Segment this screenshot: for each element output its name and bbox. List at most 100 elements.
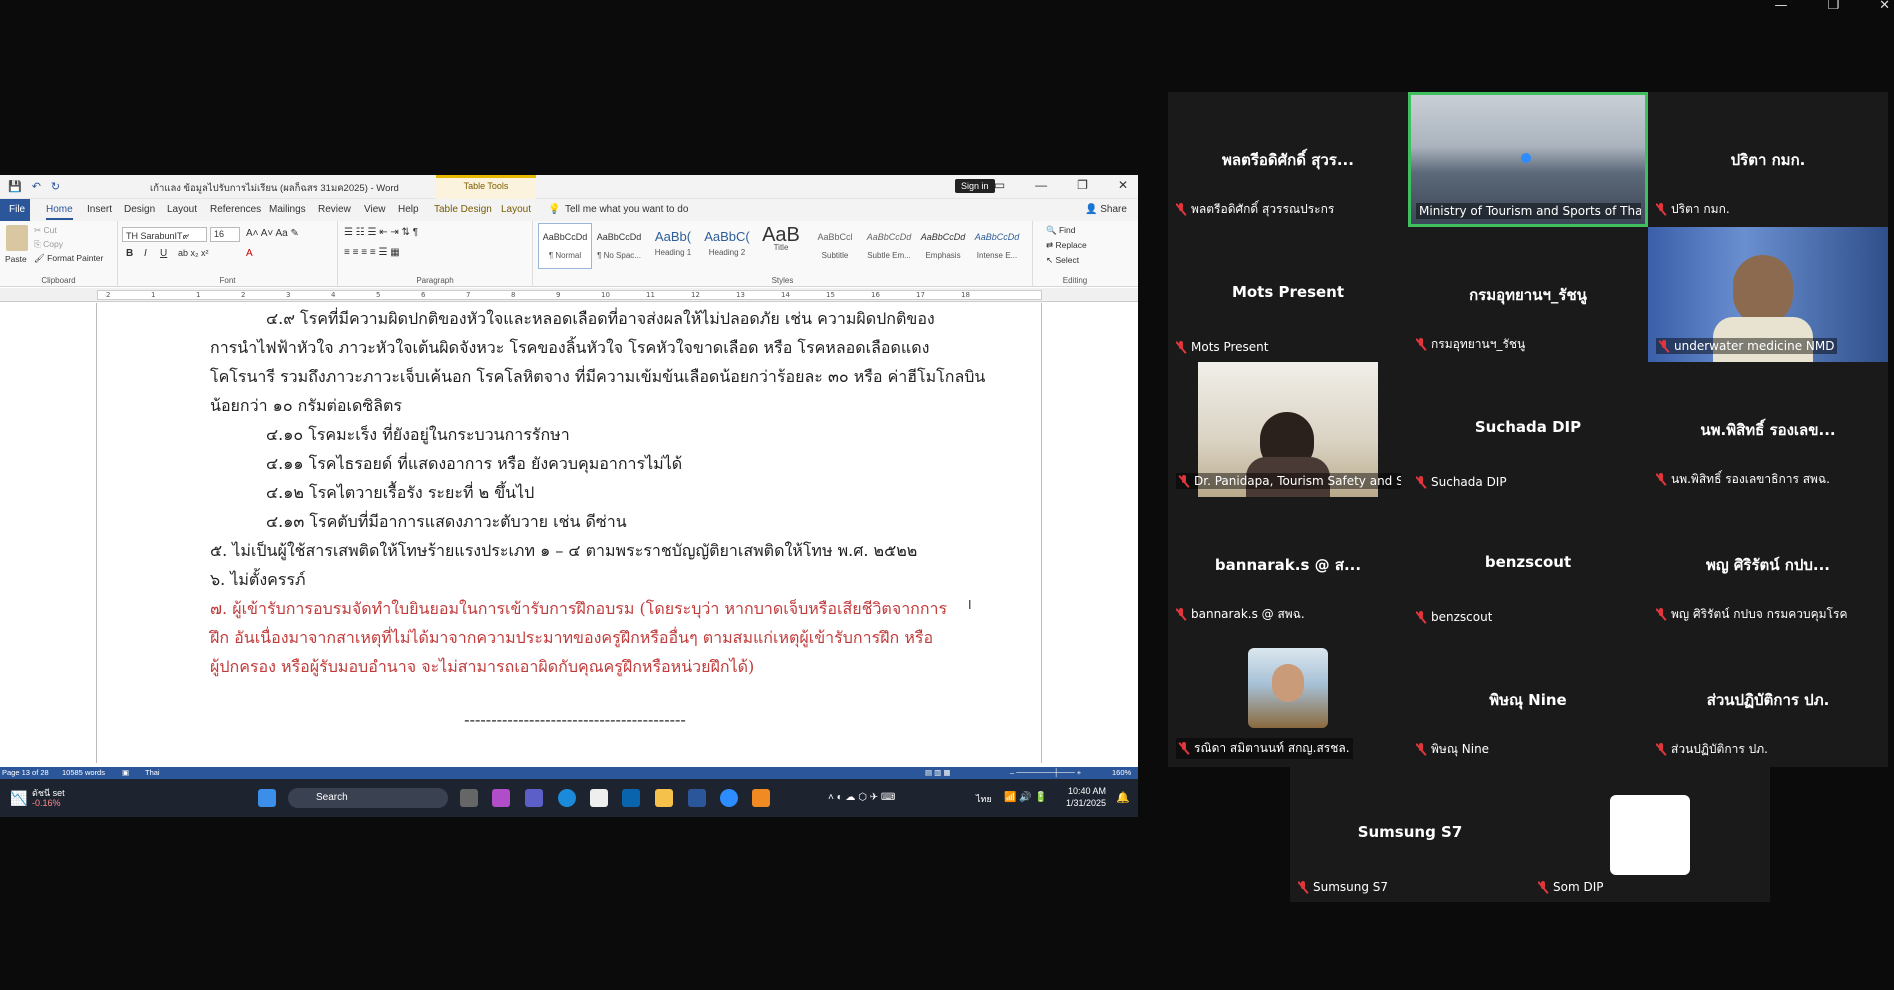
participant-tile[interactable]: Sumsung S7 Sumsung S7 bbox=[1290, 767, 1530, 902]
tell-me-input[interactable]: Tell me what you want to do bbox=[565, 204, 688, 215]
tray-icons[interactable]: ˄ ◐ ☁ ⬡ ✈ ⌨ bbox=[828, 792, 895, 803]
underline-button[interactable]: U bbox=[160, 248, 167, 259]
style-emphasis[interactable]: AaBbCcDd Emphasis bbox=[916, 223, 970, 269]
horizontal-ruler[interactable]: 2 1 1 2 3 4 5 6 7 8 9 10 11 12 13 14 15 16 17 18 bbox=[0, 288, 1138, 302]
participant-tile[interactable]: ส่วนปฏิบัติการ ปภ. ส่วนปฏิบัติการ ปภ. bbox=[1648, 632, 1888, 767]
participant-tile[interactable]: Dr. Panidapa, Tourism Safety and S... bbox=[1168, 362, 1408, 497]
word-close-button[interactable]: ✕ bbox=[1118, 178, 1128, 192]
paste-button[interactable]: Paste bbox=[5, 254, 27, 264]
font-size-controls[interactable]: A˄ A˅ Aa ✎ bbox=[246, 228, 299, 239]
zoom-level[interactable]: 160% bbox=[1112, 768, 1131, 777]
style-no-spacing[interactable]: AaBbCcDd ¶ No Spac... bbox=[592, 223, 646, 269]
style-intense-emphasis[interactable]: AaBbCcDd Intense E... bbox=[970, 223, 1024, 269]
align-buttons[interactable]: ≡ ≡ ≡ ≡ ☰ ▦ bbox=[344, 247, 400, 258]
bold-button[interactable]: B bbox=[126, 248, 133, 259]
network-volume-battery-icons[interactable]: 📶 🔊 🔋 bbox=[1004, 792, 1047, 803]
participant-tile[interactable]: พลตรีอดิศักดิ์ สุวร... พลตรีอดิศักดิ์ สุว… bbox=[1168, 92, 1408, 227]
participant-tile[interactable]: underwater medicine NMD bbox=[1648, 227, 1888, 362]
document-line[interactable]: ๖. ไม่ตั้งครรภ์ bbox=[210, 565, 940, 594]
clock-date[interactable]: 1/31/2025 bbox=[1066, 798, 1106, 808]
style-subtle-emphasis[interactable]: AaBbCcDd Subtle Em... bbox=[862, 223, 916, 269]
task-view-icon[interactable] bbox=[460, 789, 478, 807]
copy-button[interactable]: ⎘ Copy bbox=[34, 239, 63, 250]
document-line[interactable]: โคโรนารี รวมถึงภาวะภาวะเจ็บเค้นอก โรคโลห… bbox=[210, 362, 985, 391]
participant-tile[interactable]: bannarak.s @ ส... bannarak.s @ สพฉ. bbox=[1168, 497, 1408, 632]
replace-button[interactable]: ⇄ Replace bbox=[1046, 240, 1087, 251]
participant-tile[interactable]: Suchada DIP Suchada DIP bbox=[1408, 362, 1648, 497]
word-restore-button[interactable]: ❐ bbox=[1077, 178, 1088, 192]
taskbar-search[interactable]: Search bbox=[288, 788, 448, 808]
document-line[interactable]: น้อยกว่า ๑๐ กรัมต่อเดซิลิตร bbox=[210, 391, 940, 420]
italic-button[interactable]: I bbox=[144, 248, 147, 259]
copilot-icon[interactable] bbox=[492, 789, 510, 807]
participant-tile[interactable]: ปริตา กมก. ปริตา กมก. bbox=[1648, 92, 1888, 227]
windows-start-icon[interactable] bbox=[258, 789, 276, 807]
tab-file[interactable]: File bbox=[0, 199, 30, 221]
zoom-taskbar-icon[interactable] bbox=[720, 789, 738, 807]
tab-view[interactable]: View bbox=[364, 204, 386, 215]
clock-time[interactable]: 10:40 AM bbox=[1068, 786, 1106, 796]
participant-tile[interactable]: พิษณุ Nine พิษณุ Nine bbox=[1408, 632, 1648, 767]
word-minimize-button[interactable]: — bbox=[1035, 178, 1047, 192]
notification-icon[interactable]: 🔔 bbox=[1116, 791, 1130, 804]
document-line[interactable]: ผู้ปกครอง หรือผู้รับมอบอำนาจ จะไม่สามารถ… bbox=[210, 652, 940, 681]
close-button[interactable]: ✕ bbox=[1879, 0, 1890, 14]
store-icon[interactable] bbox=[590, 789, 608, 807]
font-color-button[interactable]: A bbox=[246, 248, 253, 259]
save-icon[interactable]: 💾 bbox=[8, 180, 22, 193]
document-line[interactable]: ๔.๑๑ โรคไธรอยด์ ที่แสดงอาการ หรือ ยังควบ… bbox=[210, 449, 940, 478]
list-buttons[interactable]: ☰ ☷ ☰ ⇤ ⇥ ⇅ ¶ bbox=[344, 227, 418, 238]
tab-table-design[interactable]: Table Design bbox=[434, 204, 492, 215]
style-heading-1[interactable]: AaBb(Heading 1 bbox=[646, 223, 700, 269]
participant-tile[interactable]: นพ.พิสิทธิ์ รองเลข... นพ.พิสิทธิ์ รองเลขา… bbox=[1648, 362, 1888, 497]
minimize-button[interactable]: — bbox=[1774, 0, 1787, 14]
file-explorer-icon[interactable] bbox=[655, 789, 673, 807]
participant-tile[interactable]: benzscout benzscout bbox=[1408, 497, 1648, 632]
format-painter-button[interactable]: 🖌 Format Painter bbox=[34, 253, 103, 264]
style-heading-2[interactable]: AaBbC(Heading 2 bbox=[700, 223, 754, 269]
undo-icon[interactable]: ↶ bbox=[32, 180, 41, 193]
font-size-box[interactable]: 16 bbox=[210, 227, 240, 242]
style-normal[interactable]: AaBbCcDd ¶ Normal bbox=[538, 223, 592, 269]
edge-icon[interactable] bbox=[558, 789, 576, 807]
teams-icon[interactable] bbox=[525, 789, 543, 807]
document-line[interactable]: ๔.๙ โรคที่มีความผิดปกติของหัวใจและหลอดเล… bbox=[210, 304, 940, 333]
tab-layout[interactable]: Layout bbox=[167, 204, 197, 215]
participant-tile[interactable]: Som DIP bbox=[1530, 767, 1770, 902]
paste-icon[interactable] bbox=[6, 225, 28, 251]
page-count[interactable]: Page 13 of 28 bbox=[2, 768, 49, 777]
ribbon-display-icon[interactable]: ▭ bbox=[994, 178, 1005, 192]
tab-design[interactable]: Design bbox=[124, 204, 155, 215]
participant-tile[interactable]: Mots Present Mots Present bbox=[1168, 227, 1408, 362]
find-button[interactable]: 🔍 Find bbox=[1046, 225, 1076, 236]
view-buttons[interactable]: ▤ ▥ ▦ bbox=[925, 768, 950, 777]
document-line[interactable]: ฝึก อันเนื่องมาจากสาเหตุที่ไม่ได้มาจากคว… bbox=[210, 623, 940, 652]
document-line[interactable]: ๕. ไม่เป็นผู้ใช้สารเสพติดให้โทษร้ายแรงปร… bbox=[210, 536, 940, 565]
proofing-icon[interactable]: ▣ bbox=[122, 768, 129, 777]
document-body[interactable]: ๔.๙ โรคที่มีความผิดปกติของหัวใจและหลอดเล… bbox=[210, 304, 985, 734]
input-language[interactable]: ไทย bbox=[976, 792, 992, 806]
document-line[interactable]: การนำไฟฟ้าหัวใจ ภาวะหัวใจเต้นผิดจังหวะ โ… bbox=[210, 333, 940, 362]
tab-mailings[interactable]: Mailings bbox=[269, 204, 306, 215]
redo-icon[interactable]: ↻ bbox=[51, 180, 60, 193]
tab-home[interactable]: Home bbox=[46, 204, 73, 220]
participant-tile[interactable]: พญ ศิริรัตน์ กปบ... พญ ศิริรัตน์ กปบจ กรม… bbox=[1648, 497, 1888, 632]
tab-insert[interactable]: Insert bbox=[87, 204, 112, 215]
language-indicator[interactable]: Thai bbox=[145, 768, 160, 777]
style-subtitle[interactable]: AaBbCcl Subtitle bbox=[808, 223, 862, 269]
tab-table-layout[interactable]: Layout bbox=[501, 204, 531, 215]
font-name-box[interactable]: TH SarabunIT๙ bbox=[122, 227, 207, 242]
word-count[interactable]: 10585 words bbox=[62, 768, 105, 777]
tab-help[interactable]: Help bbox=[398, 204, 419, 215]
strike-sub-super-buttons[interactable]: ab x₂ x² bbox=[178, 248, 209, 258]
document-line[interactable]: ๔.๑๒ โรคไตวายเรื้อรัง ระยะที่ ๒ ขึ้นไป bbox=[210, 478, 940, 507]
share-button[interactable]: 👤 Share bbox=[1085, 204, 1127, 215]
participant-tile[interactable]: รณิดา สมิตานนท์ สกญ.สรชล. bbox=[1168, 632, 1408, 767]
document-separator[interactable]: ----------------------------------------… bbox=[210, 705, 940, 734]
sign-in-button[interactable]: Sign in bbox=[955, 179, 995, 193]
word-taskbar-icon[interactable] bbox=[688, 789, 706, 807]
tab-references[interactable]: References bbox=[210, 204, 261, 215]
restore-button[interactable]: ❐ bbox=[1827, 0, 1839, 14]
tab-review[interactable]: Review bbox=[318, 204, 351, 215]
outlook-icon[interactable] bbox=[622, 789, 640, 807]
